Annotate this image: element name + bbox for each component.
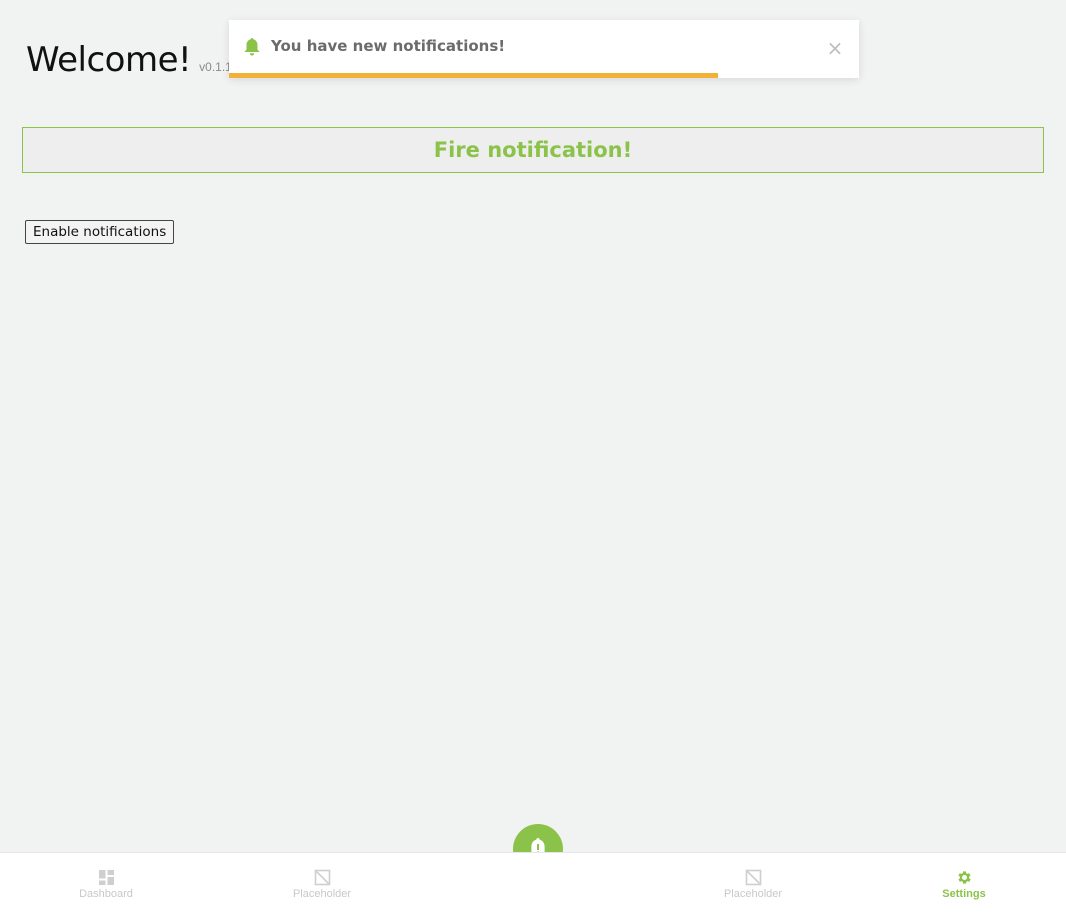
page-title: Welcome! (26, 40, 192, 80)
close-icon[interactable]: × (825, 38, 845, 58)
nav-item-dashboard[interactable]: Dashboard (46, 869, 166, 900)
version-label: v0.1.1 (199, 60, 232, 74)
gear-icon (957, 871, 971, 884)
nav-item-settings[interactable]: Settings (904, 869, 1024, 900)
dashboard-icon (98, 870, 114, 885)
toast-progress-bar (229, 73, 718, 78)
nav-item-label: Placeholder (292, 888, 352, 900)
nav-item-placeholder[interactable]: Placeholder (693, 869, 813, 900)
nav-item-label: Dashboard (79, 888, 133, 900)
nav-item-label: Settings (942, 888, 986, 900)
notification-toast: You have new notifications! × (229, 20, 859, 78)
page-header: Welcome! v0.1.1 (26, 40, 232, 80)
placeholder-icon (314, 869, 330, 886)
nav-item-placeholder[interactable]: Placeholder (262, 869, 382, 900)
bell-icon (243, 37, 261, 57)
placeholder-icon (745, 869, 761, 886)
fire-notification-button[interactable]: Fire notification! (22, 127, 1044, 173)
bottom-navigation: Dashboard Placeholder Placeholder Settin… (0, 852, 1066, 920)
enable-notifications-button[interactable]: Enable notifications (25, 220, 175, 244)
toast-progress-track (229, 73, 859, 78)
nav-item-label: Placeholder (723, 888, 783, 900)
toast-message: You have new notifications! (271, 37, 506, 55)
